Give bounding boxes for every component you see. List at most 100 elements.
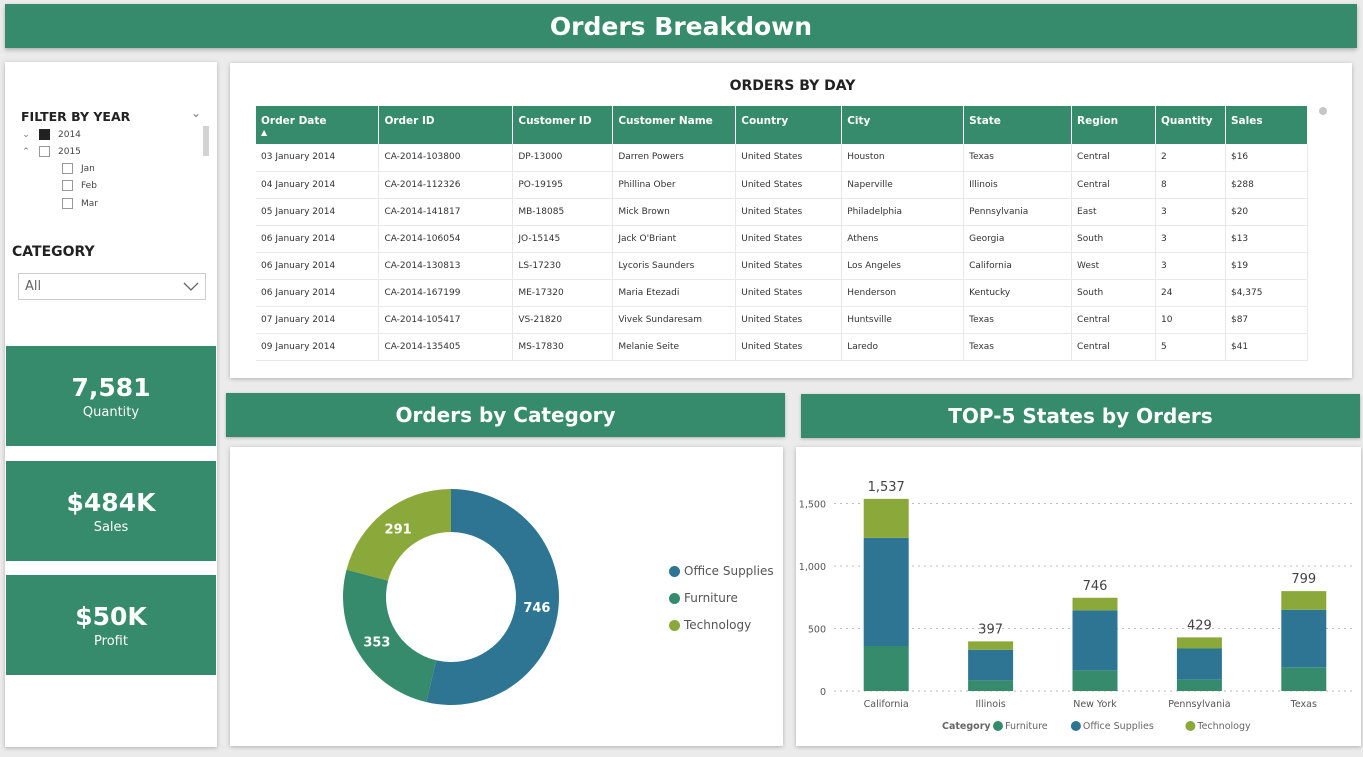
y-tick-label: 1,000 (799, 562, 826, 573)
month-checkbox[interactable] (62, 163, 73, 174)
year-2014-checkbox[interactable] (39, 129, 50, 140)
chevron-down-icon[interactable]: ⌄ (191, 106, 201, 120)
bar-segment (1072, 670, 1118, 691)
kpi-label: Sales (93, 519, 129, 535)
table-cell: CA-2014-112326 (378, 171, 514, 199)
year-item-2014[interactable]: ⌄ 2014 (19, 129, 81, 140)
table-row[interactable]: 03 January 2014 CA-2014-103800 DP-13000 Dar… (256, 144, 1309, 172)
bar-segment (1281, 667, 1327, 691)
orders-by-category-chart: 746 353 291 Office Supplies Furniture Techno… (230, 447, 783, 746)
table-cell: Central (1071, 144, 1156, 172)
legend-item[interactable]: Office Supplies (669, 564, 774, 578)
column-header[interactable]: Order Date ▲ (256, 106, 380, 144)
collapse-chevron-icon[interactable]: ⌃ (19, 147, 33, 157)
table-cell: MB-18085 (512, 198, 614, 226)
column-header-label: Order Date (261, 115, 327, 127)
x-tick-label: Illinois (976, 699, 1006, 710)
legend-dot-icon (669, 619, 680, 631)
column-header[interactable]: Customer ID (512, 106, 614, 144)
category-dropdown[interactable]: All (18, 273, 206, 300)
table-cell: Melanie Seite (612, 333, 737, 361)
column-header[interactable]: Customer Name (612, 106, 737, 144)
table-cell: 06 January 2014 (256, 225, 380, 253)
legend-dot-icon (993, 721, 1003, 731)
table-cell: California (963, 252, 1073, 280)
table-scrollbar[interactable] (1319, 107, 1327, 115)
table-cell: Illinois (963, 171, 1073, 199)
donut-data-label: 291 (385, 523, 412, 538)
table-cell: $13 (1225, 225, 1309, 253)
bar-total-label: 746 (1083, 579, 1108, 594)
column-header-label: State (969, 115, 1001, 127)
bar-chart-svg: 0 500 1,000 1,500 1,537 California 397 Illinois… (799, 480, 1356, 732)
bar-total-label: 397 (978, 622, 1003, 637)
donut-data-label: 353 (363, 636, 390, 651)
bar-total-label: 429 (1187, 618, 1212, 633)
column-header[interactable]: Order ID (378, 106, 514, 144)
top-states-chart: 0 500 1,000 1,500 1,537 California 397 Illinois… (796, 447, 1361, 746)
legend-title: Category (942, 721, 991, 732)
month-item-mar[interactable]: Mar (62, 198, 98, 209)
legend-label: Technology (684, 618, 752, 632)
table-cell: Los Angeles (841, 252, 965, 280)
month-item-jan[interactable]: Jan (62, 163, 95, 174)
month-checkbox[interactable] (62, 198, 73, 209)
table-cell: United States (735, 144, 843, 172)
page-title: Orders Breakdown (5, 4, 1357, 48)
month-checkbox[interactable] (62, 180, 73, 191)
bar-total-label: 1,537 (868, 480, 905, 495)
x-tick-label: Texas (1290, 699, 1317, 710)
table-cell: JO-15145 (512, 225, 614, 253)
table-cell: Jack O'Briant (612, 225, 737, 253)
table-cell: 03 January 2014 (256, 144, 380, 172)
column-header[interactable]: Region (1071, 106, 1156, 144)
table-row[interactable]: 06 January 2014 CA-2014-130813 LS-17230 Lyc… (256, 252, 1309, 280)
legend-item[interactable]: Furniture (669, 591, 738, 605)
table-cell: United States (735, 171, 843, 199)
month-item-feb[interactable]: Feb (62, 180, 97, 191)
table-cell: United States (735, 333, 843, 361)
table-cell: $19 (1225, 252, 1309, 280)
table-row[interactable]: 07 January 2014 CA-2014-105417 VS-21820 Viv… (256, 306, 1309, 334)
column-header-label: City (847, 115, 871, 127)
year-filter-scrollbar[interactable] (203, 126, 209, 156)
column-header[interactable]: Sales (1225, 106, 1309, 144)
column-header[interactable]: Country (735, 106, 843, 144)
legend-dot-icon (1070, 721, 1081, 731)
table-cell: 10 (1155, 306, 1226, 334)
table-cell: $288 (1225, 171, 1309, 199)
table-cell: Texas (963, 144, 1073, 172)
year-2015-checkbox[interactable] (39, 146, 50, 157)
table-cell: CA-2014-105417 (378, 306, 514, 334)
table-cell: United States (735, 198, 843, 226)
legend-item[interactable]: Technology (669, 618, 751, 632)
table-cell: DP-13000 (512, 144, 614, 172)
table-cell: 24 (1155, 279, 1226, 307)
bar-segment (968, 649, 1014, 681)
bar-segment (863, 537, 909, 646)
year-label: 2015 (58, 146, 81, 157)
table-cell: Lycoris Saunders (612, 252, 737, 280)
kpi-label: Quantity (82, 404, 140, 420)
table-row[interactable]: 06 January 2014 CA-2014-106054 JO-15145 Jac… (256, 225, 1309, 253)
month-label: Feb (81, 180, 97, 191)
year-item-2015[interactable]: ⌃ 2015 (19, 146, 81, 157)
legend-dot-icon (669, 565, 680, 577)
table-cell: Vivek Sundaresam (612, 306, 737, 334)
column-header[interactable]: State (963, 106, 1073, 144)
table-cell: Central (1071, 171, 1156, 199)
table-body: 03 January 2014 CA-2014-103800 DP-13000 Dar… (256, 144, 1309, 361)
expand-chevron-icon[interactable]: ⌄ (19, 130, 33, 140)
column-header[interactable]: Quantity (1155, 106, 1226, 144)
table-row[interactable]: 05 January 2014 CA-2014-141817 MB-18085 Mic… (256, 198, 1309, 226)
category-title: CATEGORY (12, 244, 95, 260)
bar-segment (863, 646, 909, 691)
table-row[interactable]: 06 January 2014 CA-2014-167199 ME-17320 Mar… (256, 279, 1309, 307)
kpi-value: 7,581 (71, 372, 151, 402)
table-row[interactable]: 04 January 2014 CA-2014-112326 PO-19195 Phi… (256, 171, 1309, 199)
table-cell: Phillina Ober (612, 171, 737, 199)
table-cell: CA-2014-106054 (378, 225, 514, 253)
bar-segment (1176, 637, 1222, 649)
table-row[interactable]: 09 January 2014 CA-2014-135405 MS-17830 Mel… (256, 333, 1309, 361)
column-header[interactable]: City (841, 106, 965, 144)
